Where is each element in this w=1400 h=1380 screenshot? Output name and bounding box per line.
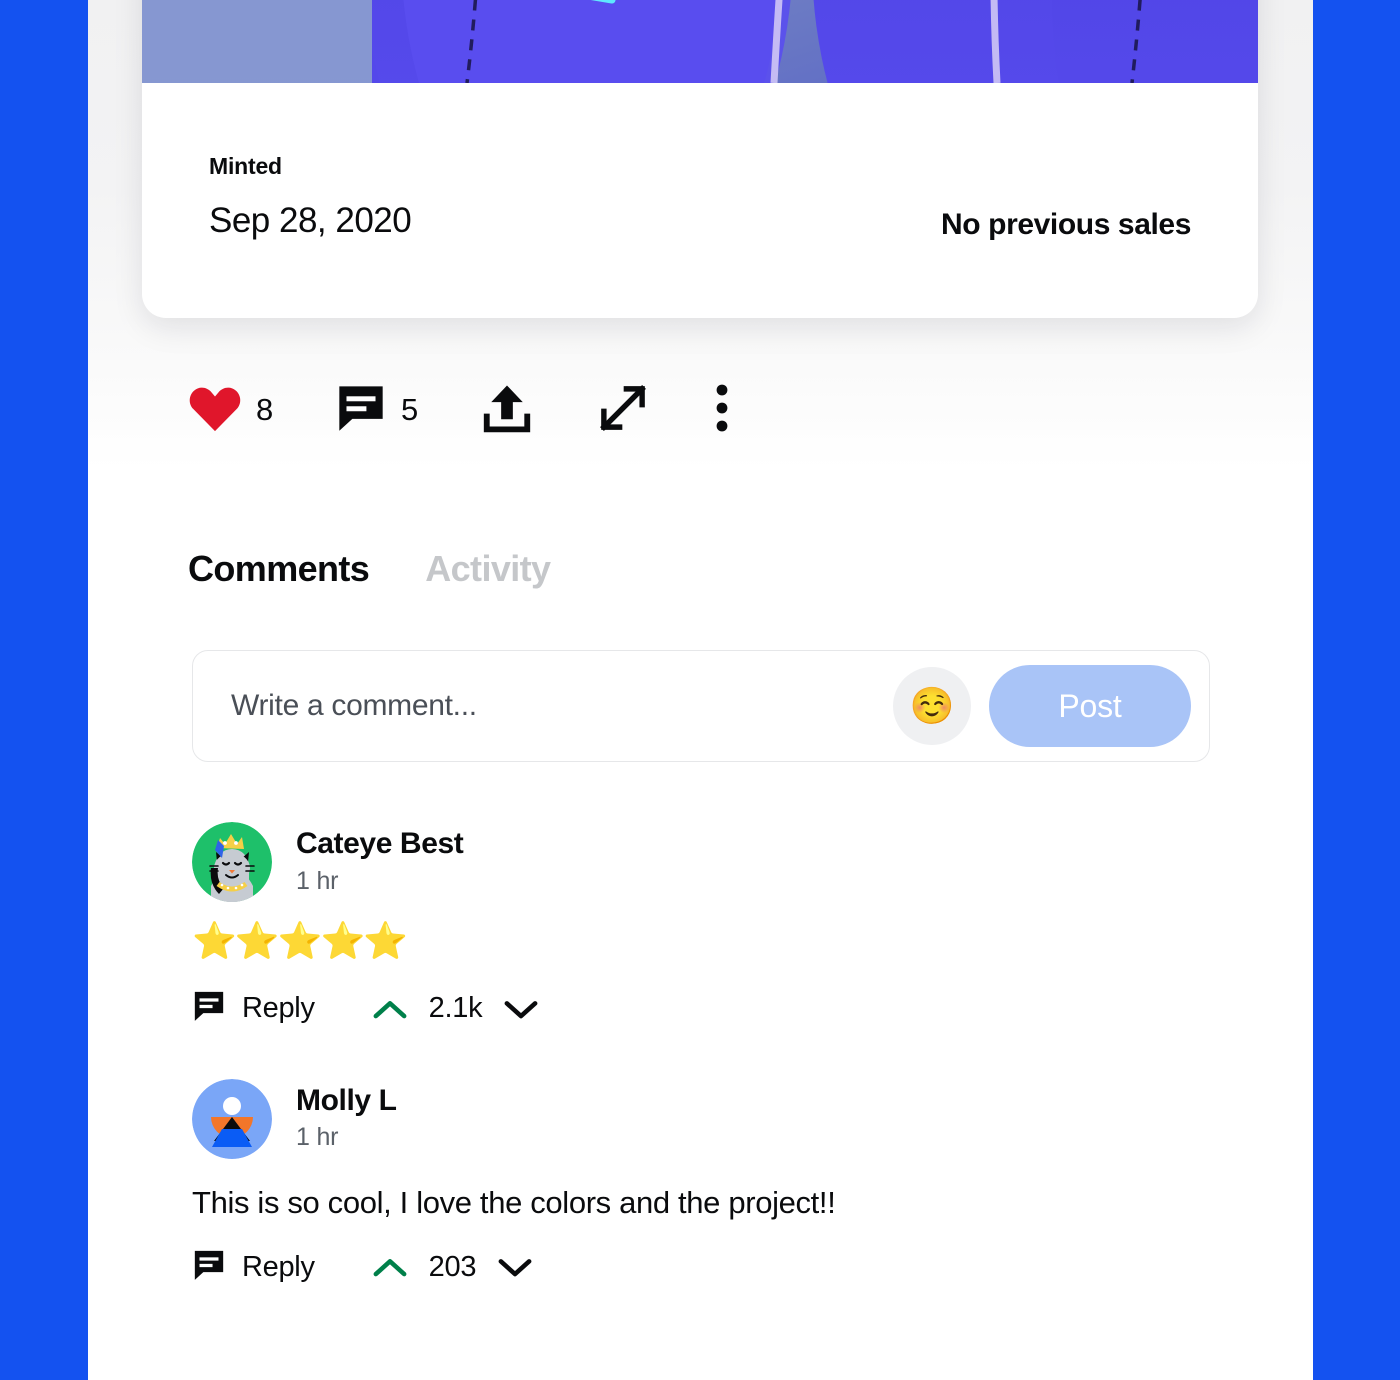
like-action[interactable]: 8 — [188, 383, 273, 438]
vote-group: 2.1k — [373, 992, 539, 1025]
minted-date: Sep 28, 2020 — [209, 201, 412, 240]
comment-author[interactable]: Cateye Best — [296, 825, 464, 863]
share-action[interactable] — [480, 381, 534, 440]
asset-meta: Minted Sep 28, 2020 No previous sales — [142, 83, 1258, 318]
previous-sales-note: No previous sales — [941, 208, 1191, 241]
comment-item: Molly L 1 hr This is so cool, I love the… — [192, 1077, 1242, 1287]
emoji-picker-button[interactable]: ☺️ — [893, 667, 971, 745]
author-block: Cateye Best 1 hr — [296, 825, 464, 899]
cat-with-crown-avatar[interactable] — [192, 822, 272, 902]
post-comment-button[interactable]: Post — [989, 665, 1191, 747]
author-block: Molly L 1 hr — [296, 1082, 397, 1156]
asset-card: Minted Sep 28, 2020 No previous sales — [142, 0, 1258, 318]
upvote-chevron-icon[interactable] — [373, 998, 407, 1020]
comments-activity-tabs: Comments Activity — [188, 548, 551, 590]
heart-icon[interactable] — [188, 383, 242, 438]
star-rating: ⭐⭐⭐⭐⭐ — [192, 920, 408, 961]
comment-actions: Reply 2.1k — [192, 989, 1242, 1029]
comment-count: 5 — [400, 392, 418, 427]
comment-timestamp: 1 hr — [296, 866, 339, 895]
reply-button[interactable]: Reply — [192, 989, 315, 1028]
comment-header: Cateye Best 1 hr — [192, 820, 1242, 904]
share-upload-icon[interactable] — [480, 381, 534, 440]
reply-bubble-icon — [192, 1248, 226, 1287]
page-root: Minted Sep 28, 2020 No previous sales 8 — [0, 0, 1400, 1380]
reply-bubble-icon — [192, 989, 226, 1028]
nft-artwork-image[interactable] — [142, 0, 1258, 83]
expand-fullscreen-icon[interactable] — [596, 381, 650, 440]
downvote-chevron-icon[interactable] — [504, 998, 538, 1020]
abstract-figure-avatar[interactable] — [192, 1078, 272, 1159]
comment-composer: ☺️ Post — [192, 650, 1210, 762]
reply-button[interactable]: Reply — [192, 1248, 315, 1287]
comment-list: Cateye Best 1 hr ⭐⭐⭐⭐⭐ Reply 2.1k Molly … — [192, 820, 1242, 1335]
expand-action[interactable] — [596, 381, 650, 440]
comment-bubble-icon[interactable] — [335, 382, 387, 439]
comment-text: This is so cool, I love the colors and t… — [192, 1184, 836, 1220]
smiling-face-icon: ☺️ — [909, 685, 955, 726]
comment-timestamp: 1 hr — [296, 1123, 339, 1152]
comment-author[interactable]: Molly L — [296, 1082, 397, 1120]
content-column: Minted Sep 28, 2020 No previous sales 8 — [88, 0, 1313, 1380]
more-options-action[interactable] — [712, 381, 732, 440]
vote-count: 203 — [428, 1250, 477, 1283]
like-count: 8 — [256, 392, 273, 427]
comment-input[interactable] — [193, 689, 893, 723]
minted-label: Minted — [209, 153, 282, 179]
vote-group: 203 — [373, 1251, 533, 1284]
comment-item: Cateye Best 1 hr ⭐⭐⭐⭐⭐ Reply 2.1k — [192, 820, 1242, 1029]
reply-label: Reply — [242, 1250, 315, 1283]
tab-comments[interactable]: Comments — [188, 548, 370, 590]
vote-count: 2.1k — [428, 992, 483, 1025]
tab-activity[interactable]: Activity — [425, 548, 551, 590]
comment-actions: Reply 203 — [192, 1247, 1242, 1287]
upvote-chevron-icon[interactable] — [373, 1256, 407, 1278]
downvote-chevron-icon[interactable] — [498, 1256, 532, 1278]
reply-label: Reply — [242, 992, 315, 1025]
comment-action[interactable]: 5 — [335, 382, 418, 439]
more-vertical-icon[interactable] — [712, 381, 732, 440]
comment-header: Molly L 1 hr — [192, 1077, 1242, 1161]
action-bar: 8 5 — [188, 375, 732, 445]
